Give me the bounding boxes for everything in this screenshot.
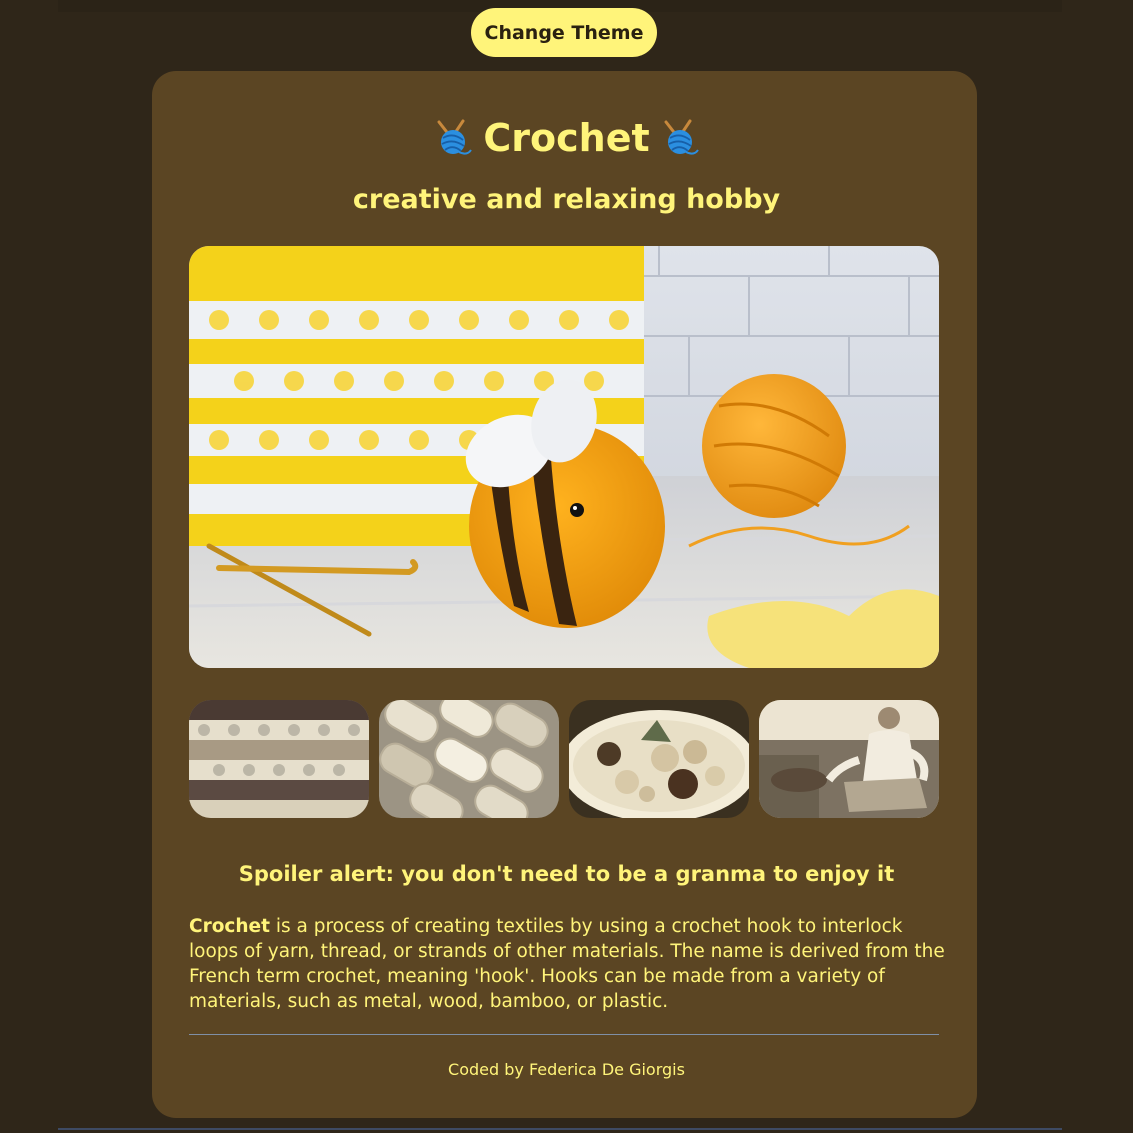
yarn-ball-icon <box>437 119 473 155</box>
paragraph-text: is a process of creating textiles by usi… <box>189 916 945 1012</box>
paragraph-bold-term: Crochet <box>189 916 270 937</box>
page-title: Crochet <box>483 116 650 160</box>
person-crocheting-on-sofa-photo[interactable] <box>759 700 939 818</box>
bottom-strip <box>58 1128 1062 1130</box>
description-paragraph: Crochet is a process of creating textile… <box>189 914 949 1014</box>
amigurumi-bee-photo <box>189 246 939 668</box>
change-theme-button[interactable]: Change Theme <box>471 8 657 57</box>
yarn-skeins-photo[interactable] <box>379 700 559 818</box>
page-subtitle: creative and relaxing hobby <box>352 184 781 215</box>
yarn-ball-icon <box>664 119 699 155</box>
title-row: Crochet <box>0 110 1133 166</box>
crochet-pieces-bowl-photo[interactable] <box>569 700 749 818</box>
divider <box>189 1034 939 1035</box>
footer-credit: Coded by Federica De Giorgis <box>448 1060 685 1079</box>
crochet-stitch-pattern-photo[interactable] <box>189 700 369 818</box>
thumbnail-gallery <box>189 700 939 818</box>
section-heading: Spoiler alert: you don't need to be a gr… <box>238 862 895 886</box>
